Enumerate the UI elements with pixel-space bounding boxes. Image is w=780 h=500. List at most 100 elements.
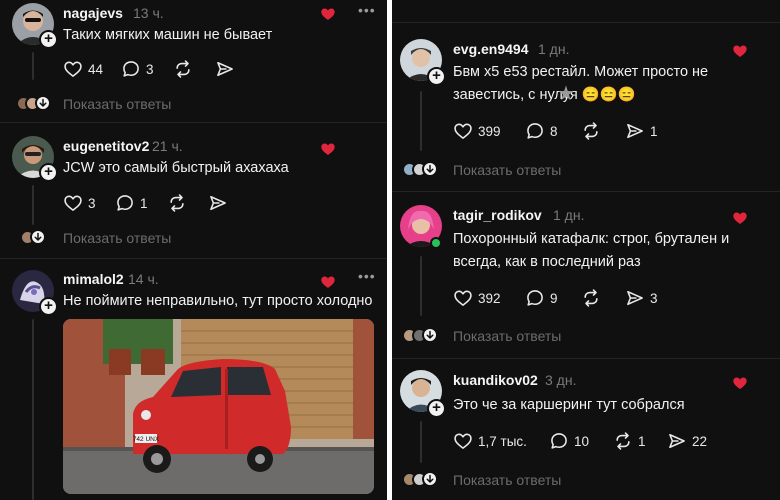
show-replies-row[interactable]: Показать ответы bbox=[402, 326, 622, 346]
speech-bubble-icon bbox=[525, 288, 545, 308]
heart-outline-icon bbox=[63, 193, 83, 213]
thread-line bbox=[32, 319, 34, 500]
comment-button[interactable]: 8 bbox=[525, 120, 558, 142]
reply-post-nagajevs: + nagajevs 13 ч. ••• Таких мягких машин … bbox=[0, 0, 387, 122]
red-heart-icon bbox=[733, 212, 747, 224]
show-replies-row[interactable]: Показать ответы bbox=[402, 470, 622, 490]
timestamp: 3 дн. bbox=[545, 372, 577, 388]
timestamp: 1 дн. bbox=[538, 41, 570, 57]
follow-plus-icon[interactable]: + bbox=[39, 297, 58, 316]
paper-plane-icon bbox=[667, 431, 687, 451]
show-replies-link[interactable]: Показать ответы bbox=[63, 96, 171, 112]
show-replies-row[interactable]: Показать ответы bbox=[16, 94, 216, 114]
reply-post-eugenetitov2: + eugenetitov2 21 ч. JCW это самый быстр… bbox=[0, 123, 387, 258]
username[interactable]: evg.en9494 bbox=[453, 41, 529, 57]
repost-count: 1 bbox=[638, 433, 646, 449]
timestamp: 13 ч. bbox=[133, 5, 164, 21]
show-replies-row[interactable]: Показать ответы bbox=[20, 228, 220, 248]
post-text: Это че за каршеринг тут собрался bbox=[453, 397, 685, 413]
action-bar: 3 1 bbox=[63, 192, 263, 214]
thread-line bbox=[420, 91, 422, 151]
comment-count: 3 bbox=[146, 61, 154, 77]
comment-button[interactable]: 9 bbox=[525, 287, 558, 309]
show-replies-link[interactable]: Показать ответы bbox=[453, 162, 561, 178]
repost-button[interactable]: 1 bbox=[613, 430, 646, 452]
username[interactable]: nagajevs bbox=[63, 5, 123, 21]
repost-button[interactable] bbox=[581, 287, 606, 309]
reply-post-tagir-rodikov: tagir_rodikov 1 дн. Похоронный катафалк:… bbox=[392, 192, 780, 358]
username[interactable]: tagir_rodikov bbox=[453, 207, 542, 223]
comment-count: 10 bbox=[574, 433, 590, 449]
follow-plus-icon[interactable]: + bbox=[427, 67, 446, 86]
red-heart-icon bbox=[321, 143, 335, 155]
comment-button[interactable]: 3 bbox=[121, 58, 154, 80]
action-bar: 392 9 3 bbox=[453, 287, 713, 309]
paper-plane-icon bbox=[208, 193, 228, 213]
share-count: 3 bbox=[650, 290, 658, 306]
arrow-down-icon bbox=[422, 471, 438, 487]
thread-line bbox=[32, 52, 34, 80]
right-feed-panel: + evg.en9494 1 дн. Бвм х5 е53 рестайл. М… bbox=[392, 0, 780, 500]
like-button[interactable]: 1,7 тыс. bbox=[453, 430, 527, 452]
reply-post-kuandikov02: + kuandikov02 3 дн. Это че за каршеринг … bbox=[392, 359, 780, 500]
heart-outline-icon bbox=[453, 121, 473, 141]
share-count: 1 bbox=[650, 123, 658, 139]
post-photo[interactable]: 742 UNX bbox=[63, 319, 374, 494]
share-button[interactable] bbox=[208, 192, 233, 214]
action-bar: 1,7 тыс. 10 1 22 bbox=[453, 430, 733, 452]
heart-outline-icon bbox=[63, 59, 83, 79]
red-heart-icon bbox=[733, 377, 747, 389]
post-text: JCW это самый быстрый ахахаха bbox=[63, 160, 289, 176]
username[interactable]: eugenetitov2 bbox=[63, 138, 149, 154]
timestamp: 21 ч. bbox=[152, 138, 183, 154]
share-button[interactable] bbox=[215, 58, 240, 80]
thread-line bbox=[32, 185, 34, 225]
timestamp: 14 ч. bbox=[128, 271, 159, 287]
repost-arrows-icon bbox=[581, 288, 601, 308]
like-button[interactable]: 392 bbox=[453, 287, 501, 309]
comment-count: 9 bbox=[550, 290, 558, 306]
share-button[interactable]: 1 bbox=[625, 120, 658, 142]
show-replies-row[interactable]: Показать ответы bbox=[402, 160, 622, 180]
follow-plus-icon[interactable]: + bbox=[39, 163, 58, 182]
repost-button[interactable] bbox=[581, 120, 606, 142]
timestamp: 1 дн. bbox=[553, 207, 585, 223]
follow-plus-icon[interactable]: + bbox=[427, 399, 446, 418]
username[interactable]: kuandikov02 bbox=[453, 372, 538, 388]
more-options-icon[interactable]: ••• bbox=[358, 268, 376, 284]
show-replies-link[interactable]: Показать ответы bbox=[63, 230, 171, 246]
share-button[interactable]: 3 bbox=[625, 287, 658, 309]
repost-arrows-icon bbox=[167, 193, 187, 213]
arrow-down-icon bbox=[422, 327, 438, 343]
like-button[interactable]: 44 bbox=[63, 58, 103, 80]
like-count: 392 bbox=[478, 290, 501, 306]
arrow-down-icon bbox=[422, 161, 438, 177]
heart-outline-icon bbox=[453, 288, 473, 308]
paper-plane-icon bbox=[625, 121, 645, 141]
like-count: 3 bbox=[88, 195, 96, 211]
arrow-down-icon bbox=[30, 229, 46, 245]
show-replies-link[interactable]: Показать ответы bbox=[453, 328, 561, 344]
follow-plus-icon[interactable]: + bbox=[39, 30, 58, 49]
sticker-star-icon: ★ bbox=[557, 83, 575, 105]
repost-button[interactable] bbox=[167, 192, 192, 214]
show-replies-link[interactable]: Показать ответы bbox=[453, 472, 561, 488]
like-count: 1,7 тыс. bbox=[478, 433, 527, 449]
like-count: 399 bbox=[478, 123, 501, 139]
comment-button[interactable]: 1 bbox=[115, 192, 148, 214]
repost-button[interactable] bbox=[173, 58, 198, 80]
action-bar: 399 8 1 bbox=[453, 120, 713, 142]
post-text: Не поймите неправильно, тут просто холод… bbox=[63, 293, 373, 309]
comment-count: 1 bbox=[140, 195, 148, 211]
red-heart-icon bbox=[733, 45, 747, 57]
paper-plane-icon bbox=[215, 59, 235, 79]
share-button[interactable]: 22 bbox=[667, 430, 707, 452]
thread-line bbox=[420, 421, 422, 463]
comment-button[interactable]: 10 bbox=[549, 430, 589, 452]
more-options-icon[interactable]: ••• bbox=[358, 2, 376, 18]
like-button[interactable]: 3 bbox=[63, 192, 96, 214]
online-status-icon bbox=[430, 237, 442, 249]
reply-post-mimalol2: + mimalol2 14 ч. ••• Не поймите неправил… bbox=[0, 259, 387, 500]
username[interactable]: mimalol2 bbox=[63, 271, 124, 287]
like-button[interactable]: 399 bbox=[453, 120, 501, 142]
